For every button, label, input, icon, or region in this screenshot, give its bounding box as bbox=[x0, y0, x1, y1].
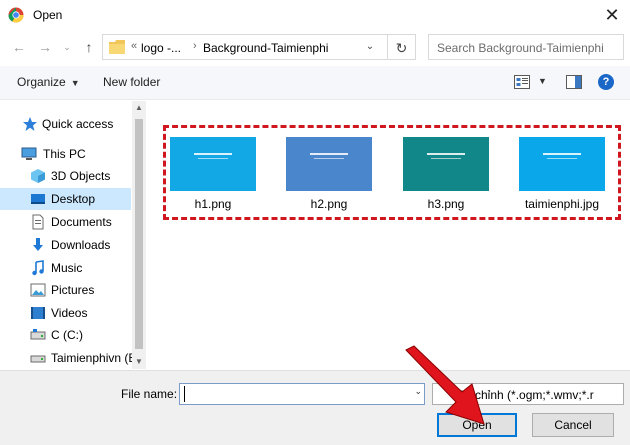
file-thumbnail bbox=[519, 137, 605, 191]
address-dropdown-icon[interactable]: ⌄ bbox=[358, 34, 382, 60]
breadcrumb-separator-icon: › bbox=[193, 40, 197, 52]
cancel-button[interactable]: Cancel bbox=[532, 413, 614, 437]
file-item[interactable]: taimienphi.jpg bbox=[514, 137, 610, 211]
sidebar-item-quick-access[interactable]: Quick access bbox=[0, 113, 131, 135]
window-title: Open bbox=[33, 8, 63, 22]
sidebar-item-label: Taimienphivn (E: bbox=[51, 351, 140, 365]
file-name-field[interactable]: ⌄ bbox=[179, 383, 425, 405]
overflow-chevron-icon[interactable]: « bbox=[131, 40, 137, 52]
pictures-icon bbox=[30, 283, 46, 297]
organize-label: Organize bbox=[17, 75, 66, 89]
breadcrumb-background[interactable]: Background-Taimienphi bbox=[203, 41, 328, 55]
help-icon[interactable]: ? bbox=[598, 74, 614, 90]
sidebar-item-3d-objects[interactable]: 3D Objects bbox=[0, 165, 131, 187]
breadcrumb-logo[interactable]: logo -... bbox=[141, 41, 181, 55]
sidebar-item-music[interactable]: Music bbox=[0, 257, 131, 279]
video-icon bbox=[31, 307, 45, 319]
sidebar-item-e-drive[interactable]: Taimienphivn (E: bbox=[0, 347, 140, 369]
file-item[interactable]: h2.png bbox=[281, 137, 377, 211]
folder-icon bbox=[109, 40, 125, 54]
file-type-select[interactable]: ùy chỉnh (*.ogm;*.wmv;*.r ⌄ bbox=[432, 383, 624, 405]
sidebar-item-label: This PC bbox=[43, 147, 86, 161]
caret-down-icon: ▼ bbox=[70, 78, 80, 88]
refresh-icon[interactable]: ↻ bbox=[388, 34, 416, 60]
navigation-pane: Quick access This PC 3D Objects Desktop … bbox=[0, 101, 146, 369]
file-name: h1.png bbox=[194, 197, 232, 211]
sidebar-item-pictures[interactable]: Pictures bbox=[0, 279, 131, 301]
sidebar-item-desktop[interactable]: Desktop bbox=[0, 188, 131, 210]
scroll-thumb[interactable] bbox=[135, 119, 143, 349]
sidebar-scrollbar[interactable]: ▲ ▼ bbox=[132, 101, 146, 369]
file-name-input[interactable] bbox=[184, 386, 404, 402]
scroll-up-icon[interactable]: ▲ bbox=[132, 101, 146, 115]
file-name: h3.png bbox=[427, 197, 465, 211]
bottom-panel: File name: ⌄ ùy chỉnh (*.ogm;*.wmv;*.r ⌄… bbox=[0, 370, 630, 445]
drive-icon bbox=[30, 355, 46, 363]
computer-icon bbox=[21, 147, 37, 160]
sidebar-item-label: C (C:) bbox=[51, 328, 83, 342]
file-thumbnail bbox=[170, 137, 256, 191]
file-name-dropdown-icon[interactable]: ⌄ bbox=[414, 386, 422, 397]
music-icon bbox=[32, 260, 44, 276]
chrome-icon bbox=[8, 7, 24, 23]
view-options-icon[interactable] bbox=[514, 75, 530, 89]
sidebar-item-this-pc[interactable]: This PC bbox=[0, 143, 131, 165]
forward-arrow-icon[interactable]: → bbox=[36, 38, 54, 56]
navigation-bar: ← → ⌄ ↑ « logo -... › Background-Taimien… bbox=[0, 30, 630, 64]
sidebar-item-label: Music bbox=[51, 261, 83, 275]
file-thumbnail bbox=[403, 137, 489, 191]
recent-locations-chevron-icon[interactable]: ⌄ bbox=[58, 38, 76, 56]
sidebar-item-label: Documents bbox=[51, 215, 112, 229]
preview-pane-icon[interactable] bbox=[566, 75, 582, 89]
scroll-down-icon[interactable]: ▼ bbox=[132, 355, 146, 369]
sidebar-item-label: Videos bbox=[51, 306, 88, 320]
document-icon bbox=[32, 214, 44, 230]
view-caret-icon[interactable]: ▼ bbox=[538, 76, 547, 86]
sidebar-item-downloads[interactable]: Downloads bbox=[0, 234, 131, 256]
star-icon bbox=[23, 117, 37, 131]
drive-icon bbox=[30, 329, 46, 340]
file-type-dropdown-icon: ⌄ bbox=[459, 388, 467, 398]
sidebar-item-documents[interactable]: Documents bbox=[0, 211, 131, 233]
file-name: taimienphi.jpg bbox=[524, 197, 600, 211]
close-icon[interactable]: ✕ bbox=[600, 3, 624, 27]
back-arrow-icon[interactable]: ← bbox=[10, 38, 28, 56]
sidebar-item-label: 3D Objects bbox=[51, 169, 111, 183]
title-bar: Open ✕ bbox=[0, 0, 630, 30]
file-list: h1.png h2.png h3.png taimienphi.jpg bbox=[147, 101, 630, 369]
organize-button[interactable]: Organize ▼ bbox=[17, 75, 80, 89]
up-arrow-icon[interactable]: ↑ bbox=[80, 38, 98, 56]
sidebar-item-label: Desktop bbox=[51, 192, 96, 206]
sidebar-item-label: Pictures bbox=[51, 283, 95, 297]
address-bar[interactable]: « logo -... › Background-Taimienphi bbox=[102, 34, 388, 60]
new-folder-button[interactable]: New folder bbox=[103, 75, 160, 89]
search-input[interactable]: Search Background-Taimienphi bbox=[428, 34, 624, 60]
sidebar-item-label: Downloads bbox=[51, 238, 111, 252]
file-name: h2.png bbox=[310, 197, 348, 211]
open-button[interactable]: Open bbox=[437, 413, 517, 437]
cube-icon bbox=[31, 169, 45, 183]
desktop-icon bbox=[31, 194, 45, 204]
file-item[interactable]: h1.png bbox=[165, 137, 261, 211]
command-toolbar: Organize ▼ New folder ▼ ? bbox=[0, 66, 630, 100]
file-item[interactable]: h3.png bbox=[398, 137, 494, 211]
file-name-label: File name: bbox=[121, 387, 178, 401]
download-icon bbox=[33, 238, 43, 251]
sidebar-item-c-drive[interactable]: C (C:) bbox=[0, 324, 131, 346]
file-thumbnail bbox=[286, 137, 372, 191]
search-placeholder: Search Background-Taimienphi bbox=[437, 41, 604, 55]
sidebar-item-videos[interactable]: Videos bbox=[0, 302, 131, 324]
sidebar-item-label: Quick access bbox=[42, 117, 114, 131]
